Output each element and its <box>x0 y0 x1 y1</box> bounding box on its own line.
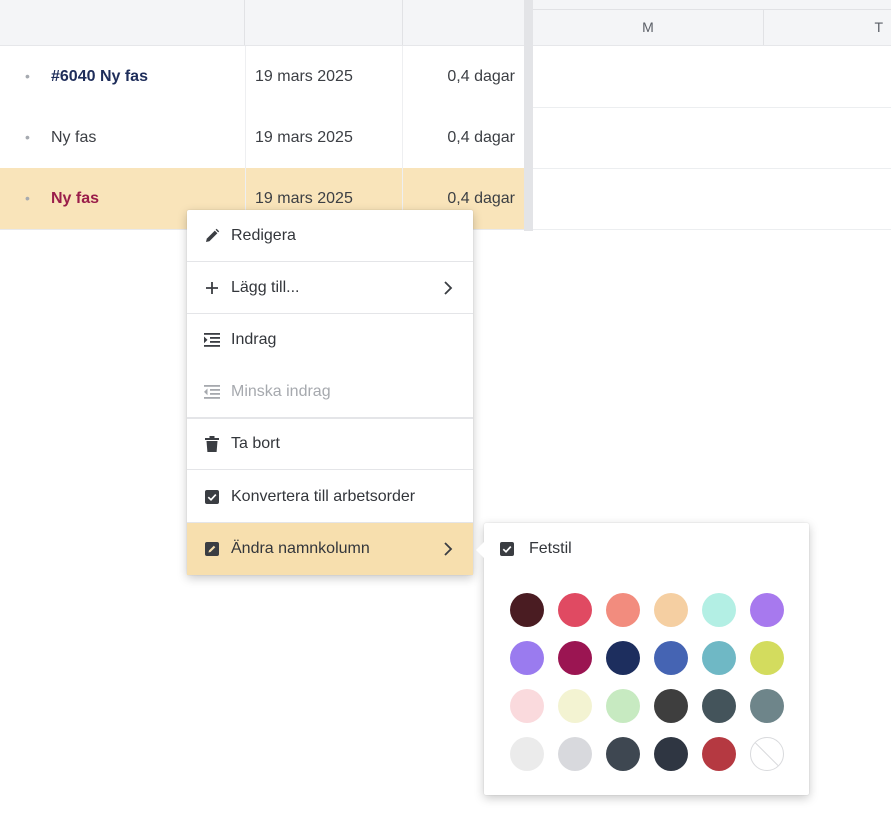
table-header <box>0 0 524 46</box>
task-table: • #6040 Ny fas 19 mars 2025 0,4 dagar • … <box>0 0 524 231</box>
menu-item-change-name-column[interactable]: Ändra namnkolumn <box>187 523 473 575</box>
bold-label: Fetstil <box>529 540 572 557</box>
color-swatch[interactable] <box>750 593 784 627</box>
menu-item-convert-to-work-order[interactable]: Konvertera till arbetsorder <box>187 471 473 523</box>
table-row[interactable]: • #6040 Ny fas 19 mars 2025 0,4 dagar <box>0 46 524 108</box>
menu-item-label: Konvertera till arbetsorder <box>231 487 416 505</box>
gantt-row[interactable] <box>533 107 891 169</box>
color-swatch[interactable] <box>702 593 736 627</box>
color-swatch[interactable] <box>558 737 592 771</box>
color-swatch[interactable] <box>702 689 736 723</box>
color-swatch[interactable] <box>750 689 784 723</box>
row-date: 19 mars 2025 <box>245 46 403 107</box>
trash-icon <box>204 436 220 452</box>
row-duration: 0,4 dagar <box>402 107 515 168</box>
menu-item-indent[interactable]: Indrag <box>187 314 473 366</box>
color-swatch[interactable] <box>702 641 736 675</box>
day-label: T <box>874 19 883 35</box>
menu-item-label: Minska indrag <box>231 382 331 400</box>
menu-item-label: Ändra namnkolumn <box>231 540 370 557</box>
day-label: M <box>642 19 654 35</box>
color-swatch[interactable] <box>654 641 688 675</box>
row-name[interactable]: #6040 Ny fas <box>51 46 148 107</box>
menu-item-delete[interactable]: Ta bort <box>187 418 473 470</box>
color-swatch[interactable] <box>654 737 688 771</box>
color-swatch[interactable] <box>510 689 544 723</box>
bullet-icon: • <box>25 190 30 206</box>
no-color-swatch[interactable] <box>750 737 784 771</box>
checkbox-checked-icon <box>500 542 514 556</box>
pencil-icon <box>204 228 220 244</box>
outdent-icon <box>204 384 220 400</box>
day-divider <box>763 10 764 45</box>
row-name[interactable]: Ny fas <box>51 107 96 168</box>
name-column-submenu: Fetstil <box>476 523 809 795</box>
color-swatch[interactable] <box>654 689 688 723</box>
color-swatch[interactable] <box>558 641 592 675</box>
header-divider <box>402 0 403 45</box>
menu-item-outdent: Minska indrag <box>187 366 473 418</box>
pane-splitter[interactable] <box>524 0 533 231</box>
edit-square-icon <box>204 541 220 557</box>
color-swatch[interactable] <box>606 593 640 627</box>
color-swatch[interactable] <box>510 737 544 771</box>
color-swatch[interactable] <box>606 737 640 771</box>
table-row[interactable]: • Ny fas 19 mars 2025 0,4 dagar <box>0 107 524 169</box>
row-name[interactable]: Ny fas <box>51 168 99 229</box>
color-swatch[interactable] <box>558 593 592 627</box>
indent-icon <box>204 332 220 348</box>
submenu-pointer <box>476 542 484 558</box>
row-duration: 0,4 dagar <box>402 46 515 107</box>
chevron-right-icon <box>441 280 455 296</box>
plus-icon <box>204 280 220 296</box>
menu-item-label: Lägg till... <box>231 278 300 296</box>
menu-item-label: Indrag <box>231 331 277 348</box>
color-swatch[interactable] <box>558 689 592 723</box>
color-swatch[interactable] <box>510 593 544 627</box>
context-menu: Redigera Lägg till... Indrag Minska indr… <box>187 210 473 575</box>
color-swatch[interactable] <box>750 641 784 675</box>
chevron-right-icon <box>441 541 455 557</box>
header-divider <box>244 0 245 45</box>
menu-item-label: Ta bort <box>231 435 280 452</box>
bullet-icon: • <box>25 68 30 84</box>
color-swatch[interactable] <box>606 641 640 675</box>
color-swatch[interactable] <box>702 737 736 771</box>
gantt-row[interactable] <box>533 168 891 230</box>
menu-item-edit[interactable]: Redigera <box>187 210 473 262</box>
menu-item-label: Redigera <box>231 226 296 244</box>
bold-checkbox[interactable]: Fetstil <box>500 540 572 558</box>
color-swatch[interactable] <box>510 641 544 675</box>
bullet-icon: • <box>25 129 30 145</box>
menu-item-add[interactable]: Lägg till... <box>187 262 473 314</box>
color-swatch[interactable] <box>654 593 688 627</box>
gantt-header: M T <box>533 0 891 46</box>
color-swatch[interactable] <box>606 689 640 723</box>
checkbox-icon <box>204 489 220 505</box>
row-date: 19 mars 2025 <box>245 107 403 168</box>
gantt-row[interactable] <box>533 46 891 108</box>
